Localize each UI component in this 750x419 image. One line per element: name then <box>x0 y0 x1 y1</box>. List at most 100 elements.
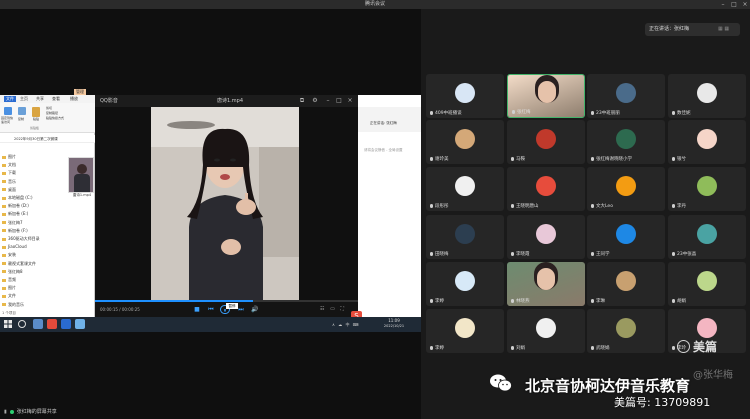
participant-tile[interactable]: 马鞍 <box>507 120 585 164</box>
explorer-nav-item[interactable]: 我的音乐 <box>2 301 24 308</box>
ribbon-tab-play[interactable]: 播放 <box>70 96 78 102</box>
paste-icon[interactable] <box>32 107 40 117</box>
player-minimize-icon[interactable]: – <box>324 97 332 105</box>
participant-tile[interactable]: 409中班播谈 <box>426 74 504 118</box>
explorer-address-bar[interactable]: 2022年9月30日第二次微课 <box>0 135 95 143</box>
stop-icon[interactable]: ■ <box>192 305 202 314</box>
microphone-icon <box>430 298 433 303</box>
ribbon-tab-file[interactable]: 文件 <box>4 96 16 102</box>
video-frame[interactable] <box>151 107 299 300</box>
participant-avatar <box>536 129 556 149</box>
explorer-nav-item[interactable]: 图片 <box>2 153 16 160</box>
ribbon-tab-manage[interactable]: 管理 <box>74 89 86 95</box>
participant-tile[interactable]: 谢玲美 <box>426 120 504 164</box>
participant-avatar <box>616 176 636 196</box>
explorer-nav-item[interactable]: 文档 <box>2 161 16 168</box>
pin-icon[interactable] <box>4 107 12 115</box>
explorer-nav-item[interactable]: 安装 <box>2 251 16 258</box>
ribbon-tab-view[interactable]: 查看 <box>52 96 60 102</box>
participant-tile[interactable]: 李婷 <box>426 262 504 306</box>
ribbon-tab-home[interactable]: 主页 <box>20 96 28 102</box>
previous-icon[interactable]: ⏮ <box>206 305 216 314</box>
player-extra-controls[interactable]: ☷ ▭ ⛶ <box>320 306 346 312</box>
taskbar-app-red-icon[interactable] <box>47 319 57 329</box>
participant-avatar <box>697 83 717 103</box>
explorer-nav-item[interactable]: 图片 <box>2 284 16 291</box>
participant-tile[interactable]: 23中班丽丽 <box>587 74 665 118</box>
pin-window-icon[interactable]: ⧉ <box>298 97 306 105</box>
participant-gallery <box>421 9 750 419</box>
taskbar-app-explorer-icon[interactable] <box>33 319 43 329</box>
meipian-id-watermark: 美篇号: 13709891 <box>614 396 711 409</box>
participant-tile[interactable]: 银兮 <box>668 120 746 164</box>
explorer-nav-item[interactable]: 文件 <box>2 292 16 299</box>
explorer-nav-item[interactable]: 音乐 <box>2 178 16 185</box>
participant-avatar <box>536 224 556 244</box>
participant-tile[interactable]: 武晓娟 <box>587 309 665 353</box>
video-file-thumbnail[interactable] <box>68 157 94 193</box>
participant-tile[interactable]: 数佳妮 <box>668 74 746 118</box>
time-readout: 00:00:15 / 00:00:25 <box>100 307 140 312</box>
volume-icon[interactable]: 🔊 <box>250 305 260 314</box>
folder-icon <box>2 180 6 184</box>
explorer-nav-item[interactable]: 音频 <box>2 276 16 283</box>
close-icon[interactable]: × <box>740 1 750 8</box>
settings-icon[interactable]: ⚙ <box>311 97 319 105</box>
folder-icon <box>2 278 6 282</box>
taskbar-app-blue-icon[interactable] <box>61 319 71 329</box>
share-status-dot <box>9 409 14 414</box>
player-file-name: 唐诗1.mp4 <box>217 98 243 104</box>
taskbar-app-meeting-icon[interactable] <box>75 319 85 329</box>
participant-tile[interactable]: 23中张晶 <box>668 215 746 259</box>
participant-tile[interactable]: 李丹 <box>668 167 746 211</box>
grid-view-icon[interactable]: ▦ ▦ <box>718 26 729 32</box>
player-maximize-icon[interactable]: □ <box>335 97 343 105</box>
video-frame-image <box>151 107 299 300</box>
explorer-nav-item[interactable]: 新加卷 (F:) <box>2 227 28 234</box>
copy-icon[interactable] <box>18 107 26 115</box>
explorer-status: 1 个项目 <box>2 311 16 315</box>
maximize-icon[interactable]: □ <box>729 1 739 8</box>
participant-tile[interactable]: 刘娟 <box>507 309 585 353</box>
explorer-nav-item[interactable]: 新加卷 (D:) <box>2 202 29 209</box>
explorer-nav-item[interactable]: 张红梅7 <box>2 219 23 226</box>
participant-tile[interactable]: 王同学 <box>587 215 665 259</box>
player-close-icon[interactable]: × <box>346 97 354 105</box>
explorer-nav-item[interactable]: 本地磁盘 (C:) <box>2 194 33 201</box>
microphone-icon <box>430 345 433 350</box>
player-app-name[interactable]: QQ影音 <box>100 97 118 104</box>
cut-label[interactable]: 剪切 <box>46 106 52 110</box>
system-tray[interactable]: ∧ ☁ 中 ⌨ <box>332 322 360 328</box>
explorer-nav-item[interactable]: 赖视式套课文件 <box>2 260 36 267</box>
participant-tile[interactable]: 胡娟 <box>668 262 746 306</box>
participant-tile[interactable]: 文大Leo <box>587 167 665 211</box>
participant-tile[interactable]: 李婷 <box>426 309 504 353</box>
explorer-nav-item[interactable]: 张红梅8 <box>2 268 23 275</box>
participant-tile[interactable]: 李晓霞 <box>507 215 585 259</box>
microphone-icon <box>430 110 433 115</box>
explorer-nav-item[interactable]: JiaoCloud <box>2 243 27 250</box>
participant-tile[interactable]: 王晓明唐山 <box>507 167 585 211</box>
explorer-nav-item[interactable]: 新加卷 (E:) <box>2 210 28 217</box>
paste-shortcut-label[interactable]: 粘贴快捷方式 <box>46 116 64 120</box>
minimize-icon[interactable]: – <box>718 1 728 8</box>
participant-tile[interactable]: 李琳 <box>587 262 665 306</box>
ribbon-tab-share[interactable]: 共享 <box>36 96 44 102</box>
copy-path-label[interactable]: 复制路径 <box>46 111 58 115</box>
windows-start-icon[interactable] <box>4 320 12 328</box>
participant-name: 谢玲美 <box>430 156 449 162</box>
participant-avatar <box>455 129 475 149</box>
folder-icon <box>2 221 6 225</box>
explorer-nav-item[interactable]: 360驱动大师目录 <box>2 235 40 242</box>
participant-tile[interactable]: 张红梅谢晓晓小学 <box>587 120 665 164</box>
microphone-icon <box>511 345 514 350</box>
participant-tile[interactable]: 林晓燕 <box>507 262 585 306</box>
participant-tile[interactable]: 张红梅 <box>507 74 585 118</box>
explorer-nav-item[interactable]: 下载 <box>2 169 16 176</box>
search-icon[interactable] <box>18 320 26 328</box>
participant-tile[interactable]: 段彤彤 <box>426 167 504 211</box>
clock-time: 11:09 <box>388 318 400 323</box>
participant-tile[interactable]: 田晓梅 <box>426 215 504 259</box>
microphone-icon <box>672 345 675 350</box>
explorer-nav-item[interactable]: 桌面 <box>2 186 16 193</box>
